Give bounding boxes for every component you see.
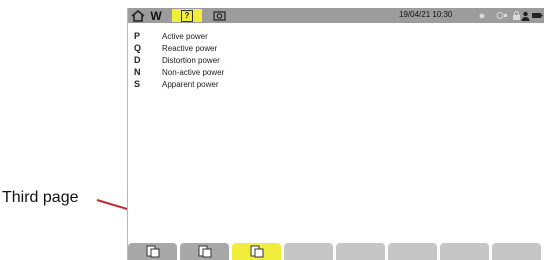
record-indicator-icon: [478, 10, 486, 21]
device-screen: W ? 19/04/21 10:30 P Active power Q Reac…: [127, 8, 544, 260]
legend-symbol: D: [134, 55, 141, 65]
memory-icon: [496, 10, 508, 21]
tab-empty-5[interactable]: [336, 243, 385, 260]
tab-empty-6[interactable]: [388, 243, 437, 260]
bottom-tab-bar: [128, 243, 544, 260]
tab-empty-8[interactable]: [492, 243, 541, 260]
legend-label: Apparent power: [162, 79, 219, 89]
help-icon: ?: [181, 9, 193, 22]
tab-empty-7[interactable]: [440, 243, 489, 260]
home-icon[interactable]: [130, 9, 146, 22]
lock-icon: [512, 10, 521, 21]
mode-label: W: [150, 8, 162, 23]
legend-label: Non-active power: [162, 67, 225, 77]
legend-symbol: Q: [134, 43, 142, 53]
user-icon: [521, 10, 530, 21]
help-button[interactable]: ?: [172, 9, 202, 22]
legend-label: Reactive power: [162, 43, 218, 53]
page-icon: [198, 245, 211, 258]
legend-item: D Distortion power: [134, 54, 224, 66]
legend-symbol: S: [134, 79, 141, 89]
tab-page-1[interactable]: [128, 243, 177, 260]
legend-symbol: N: [134, 67, 141, 77]
battery-icon: [532, 10, 543, 21]
page-icon: [146, 245, 159, 258]
top-bar: W ? 19/04/21 10:30: [128, 8, 544, 23]
legend-item: Q Reactive power: [134, 42, 224, 54]
legend-item: S Apparent power: [134, 78, 224, 90]
date-time: 19/04/21 10:30: [399, 10, 453, 19]
power-legend-list: P Active power Q Reactive power D Distor…: [134, 30, 224, 90]
page-icon: [250, 245, 263, 258]
legend-label: Active power: [162, 31, 208, 41]
tab-page-3[interactable]: [232, 243, 281, 260]
camera-icon[interactable]: [212, 9, 226, 22]
legend-item: N Non-active power: [134, 66, 224, 78]
tab-empty-4[interactable]: [284, 243, 333, 260]
legend-item: P Active power: [134, 30, 224, 42]
legend-label: Distortion power: [162, 55, 220, 65]
legend-symbol: P: [134, 31, 141, 41]
tab-page-2[interactable]: [180, 243, 229, 260]
